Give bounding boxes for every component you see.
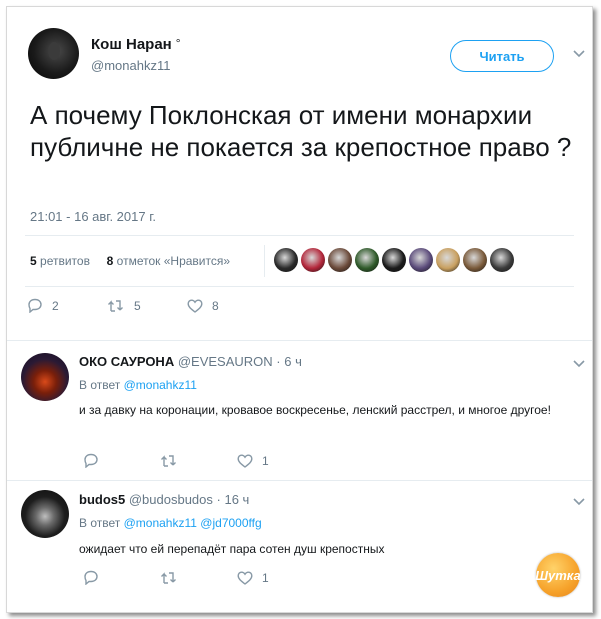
reply-to-line: В ответ @monahkz11 xyxy=(79,378,197,392)
mention-link[interactable]: @monahkz11 xyxy=(124,516,197,530)
retweets-stat[interactable]: 5 ретвитов xyxy=(30,254,90,268)
retweet-icon xyxy=(161,571,176,584)
like-count: 1 xyxy=(262,570,269,585)
retweet-button[interactable] xyxy=(160,571,237,585)
reply-button[interactable] xyxy=(83,570,160,585)
liker-avatar[interactable] xyxy=(274,248,298,272)
liker-avatar[interactable] xyxy=(409,248,433,272)
heart-icon xyxy=(237,570,253,585)
liker-avatar[interactable] xyxy=(355,248,379,272)
likes-stat[interactable]: 8 отметок «Нравится» xyxy=(107,254,230,268)
likers-avatars xyxy=(274,248,514,272)
chevron-down-icon[interactable] xyxy=(573,357,585,371)
mention-link[interactable]: @jd7000ffg xyxy=(200,516,261,530)
retweet-icon xyxy=(108,299,123,312)
author-handle[interactable]: @monahkz11 xyxy=(91,58,170,73)
mention-link[interactable]: @monahkz11 xyxy=(124,378,197,392)
reply-button[interactable] xyxy=(83,453,160,468)
reply-button[interactable]: 2 xyxy=(27,298,107,313)
chevron-down-icon[interactable] xyxy=(573,495,585,509)
follow-button[interactable]: Читать xyxy=(450,40,554,72)
divider xyxy=(25,235,574,236)
retweet-button[interactable] xyxy=(160,454,237,468)
divider xyxy=(25,286,574,287)
reply-count: 2 xyxy=(52,298,59,313)
reply-actions: 1 xyxy=(83,570,314,585)
reply-avatar[interactable] xyxy=(21,353,69,401)
author-avatar[interactable] xyxy=(28,28,79,79)
chevron-down-icon[interactable] xyxy=(573,47,585,61)
divider xyxy=(7,480,592,481)
liker-avatar[interactable] xyxy=(328,248,352,272)
reply-icon xyxy=(84,570,98,585)
author-name[interactable]: Кош Наран ° xyxy=(91,36,181,53)
reply-text: и за давку на коронации, кровавое воскре… xyxy=(79,403,551,417)
reply-icon xyxy=(28,298,42,313)
reply-to-line: В ответ @monahkz11 @jd7000ffg xyxy=(79,516,262,530)
like-count: 1 xyxy=(262,453,269,468)
liker-avatar[interactable] xyxy=(382,248,406,272)
tweet-actions: 2 5 8 xyxy=(27,298,267,313)
reply-avatar[interactable] xyxy=(21,490,69,538)
retweet-icon xyxy=(161,454,176,467)
heart-icon xyxy=(187,298,203,313)
divider xyxy=(7,340,592,341)
retweet-button[interactable]: 5 xyxy=(107,299,187,313)
like-button[interactable]: 1 xyxy=(237,571,314,585)
liker-avatar[interactable] xyxy=(436,248,460,272)
like-count: 8 xyxy=(212,298,219,313)
reply-text: ожидает что ей перепадёт пара сотен душ … xyxy=(79,542,385,556)
liker-avatar[interactable] xyxy=(490,248,514,272)
heart-icon xyxy=(237,453,253,468)
tweet-stats: 5 ретвитов 8 отметок «Нравится» xyxy=(30,254,230,268)
stats-divider xyxy=(264,245,265,277)
tweet-card: Кош Наран ° @monahkz11 Читать А почему По… xyxy=(6,6,593,613)
like-button[interactable]: 8 xyxy=(187,299,267,313)
liker-avatar[interactable] xyxy=(301,248,325,272)
tweet-timestamp[interactable]: 21:01 - 16 авг. 2017 г. xyxy=(30,209,156,224)
tweet-text: А почему Поклонская от имени монархии пу… xyxy=(30,100,572,162)
liker-avatar[interactable] xyxy=(463,248,487,272)
reply-actions: 1 xyxy=(83,453,314,468)
retweet-count: 5 xyxy=(134,298,141,313)
watermark-logo: Шутка xyxy=(535,553,581,597)
reply-author[interactable]: ОКО САУРОНА @EVESAURON · 6 ч xyxy=(79,354,302,369)
reply-author[interactable]: budos5 @budosbudos · 16 ч xyxy=(79,492,249,507)
reply-icon xyxy=(84,453,98,468)
like-button[interactable]: 1 xyxy=(237,454,314,468)
